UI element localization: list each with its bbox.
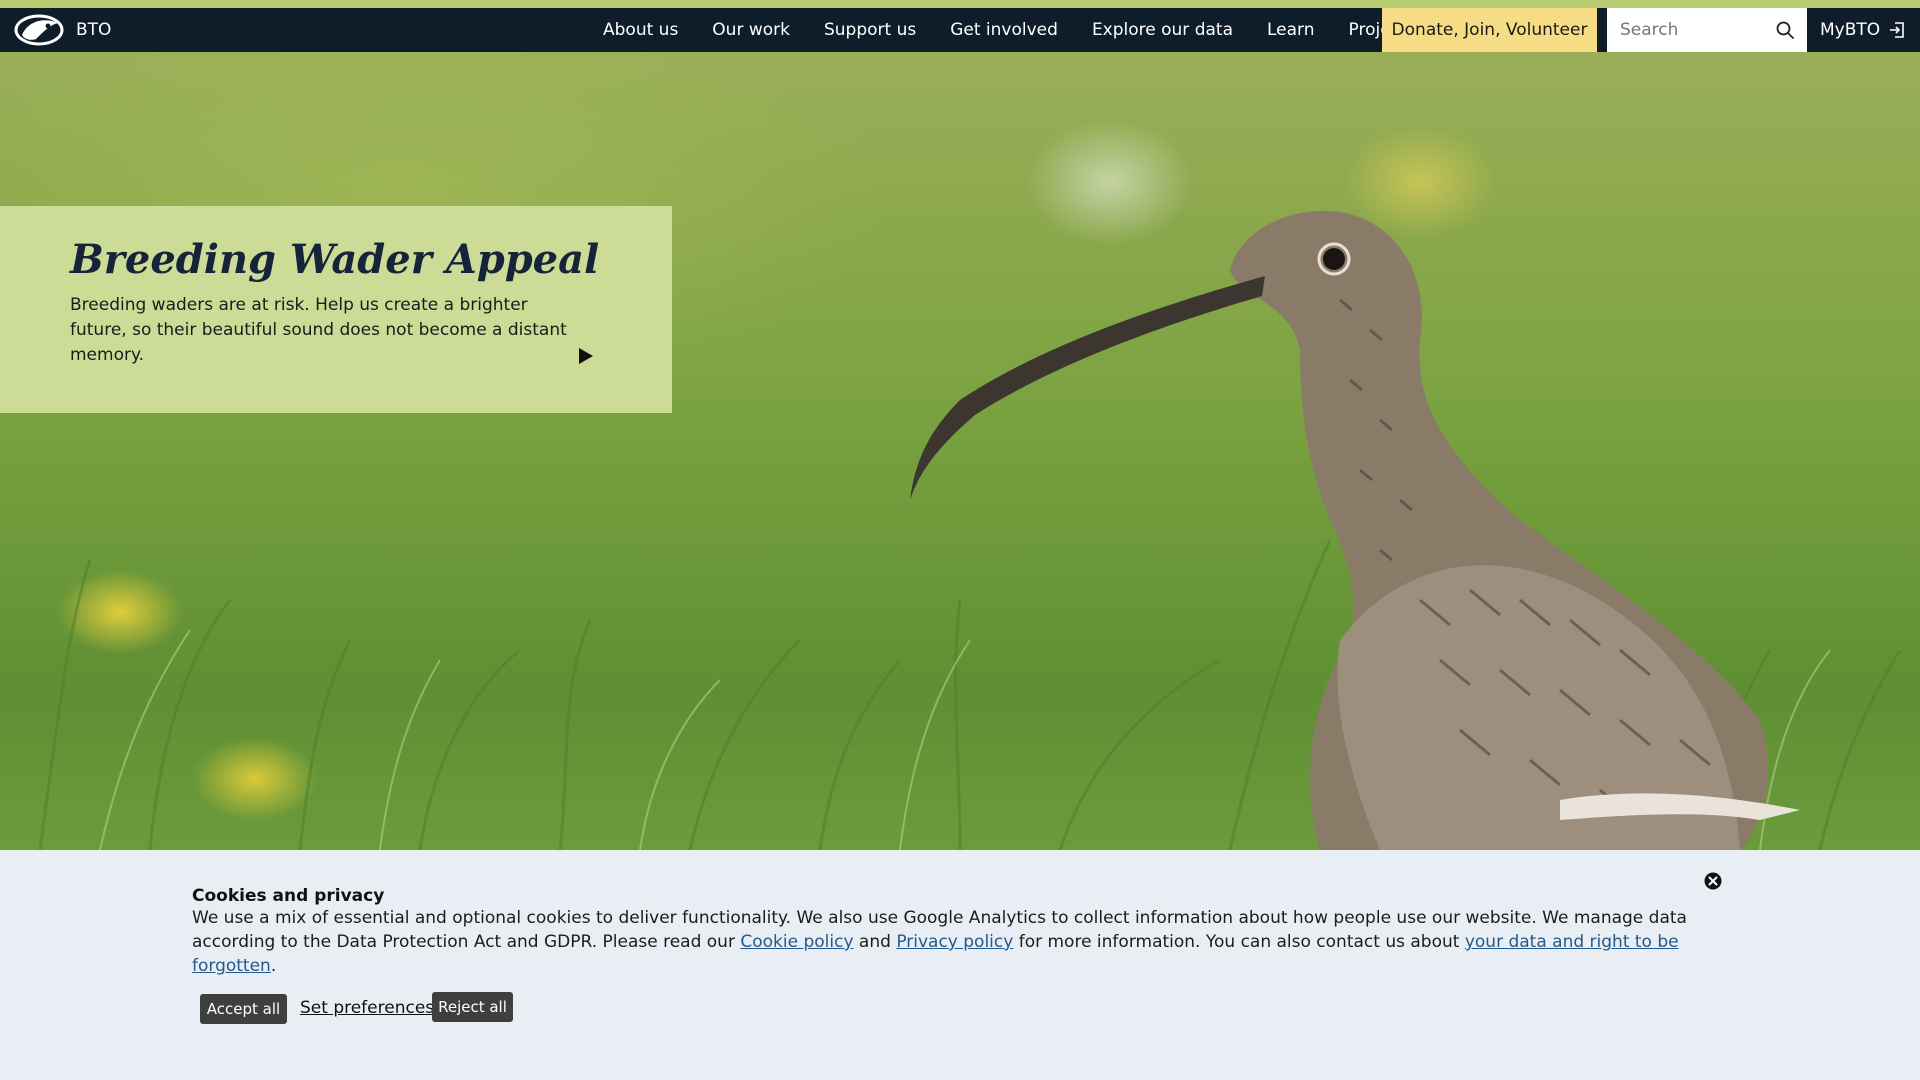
nav-about-us[interactable]: About us <box>586 8 695 52</box>
appeal-panel[interactable]: Breeding Wader Appeal Breeding waders ar… <box>0 206 672 413</box>
cookie-text-part2: and <box>853 932 897 952</box>
search-input[interactable] <box>1607 10 1767 50</box>
logo-text: BTO <box>76 20 112 40</box>
nav-support-us[interactable]: Support us <box>807 8 933 52</box>
cookie-banner: Cookies and privacy We use a mix of esse… <box>0 850 1920 1080</box>
hero-banner: Breeding Wader Appeal Breeding waders ar… <box>0 52 1920 850</box>
privacy-policy-link[interactable]: Privacy policy <box>896 932 1013 952</box>
cookie-text-part4: . <box>270 956 277 976</box>
nav-our-work[interactable]: Our work <box>695 8 807 52</box>
nav-get-involved[interactable]: Get involved <box>933 8 1075 52</box>
mybto-link[interactable]: MyBTO <box>1820 8 1906 52</box>
site-logo-link[interactable]: BTO <box>14 8 111 52</box>
cookie-text-part3: for more information. You can also conta… <box>1013 932 1465 952</box>
cookie-policy-link[interactable]: Cookie policy <box>740 932 853 952</box>
search-icon[interactable] <box>1775 20 1795 40</box>
primary-nav: About us Our work Support us Get involve… <box>586 8 1433 52</box>
sign-in-icon <box>1890 22 1904 38</box>
curlew-in-grass-image <box>38 210 1902 850</box>
donate-join-volunteer-button[interactable]: Donate, Join, Volunteer <box>1382 8 1597 52</box>
play-arrow-icon[interactable] <box>578 347 594 365</box>
cookie-title: Cookies and privacy <box>192 886 385 906</box>
nav-learn[interactable]: Learn <box>1250 8 1332 52</box>
bto-logo-icon <box>14 14 64 46</box>
appeal-title: Breeding Wader Appeal <box>70 236 600 283</box>
cookie-message: We use a mix of essential and optional c… <box>192 906 1732 978</box>
appeal-description: Breeding waders are at risk. Help us cre… <box>70 295 567 365</box>
nav-explore-our-data[interactable]: Explore our data <box>1075 8 1250 52</box>
close-icon[interactable] <box>1704 872 1722 890</box>
top-accent-bar <box>0 0 1920 8</box>
mybto-label: MyBTO <box>1820 20 1881 40</box>
search-box <box>1607 8 1807 52</box>
main-navigation: BTO About us Our work Support us Get inv… <box>0 8 1920 52</box>
set-preferences-button[interactable]: Set preferences <box>300 998 434 1018</box>
reject-all-button[interactable]: Reject all <box>432 992 513 1022</box>
accept-all-button[interactable]: Accept all <box>200 994 287 1024</box>
